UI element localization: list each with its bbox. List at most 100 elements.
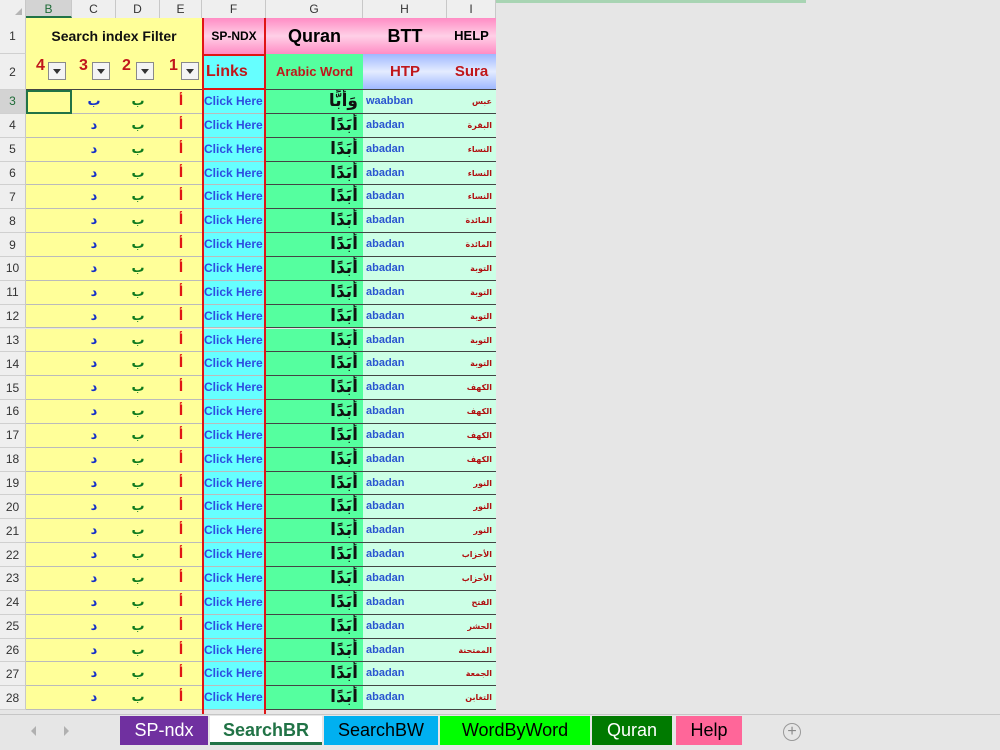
cell-d[interactable]: ب — [116, 495, 160, 520]
click-here-link[interactable]: Click Here — [202, 495, 266, 520]
cell-d[interactable]: ب — [116, 185, 160, 210]
htp-cell[interactable]: abadan — [363, 376, 447, 401]
cell-d[interactable]: ب — [116, 447, 160, 472]
row-header-24[interactable]: 24 — [0, 590, 26, 615]
arabic-word-cell[interactable]: أَبَدًا — [266, 233, 363, 257]
cell-b[interactable] — [26, 161, 72, 186]
row-header-21[interactable]: 21 — [0, 519, 26, 544]
sura-cell[interactable]: الكهف — [447, 376, 496, 401]
click-here-link[interactable]: Click Here — [202, 400, 266, 424]
cell-b[interactable] — [26, 686, 72, 711]
cell-d[interactable]: ب — [116, 209, 160, 234]
click-here-link[interactable]: Click Here — [202, 209, 266, 234]
htp-cell[interactable]: abadan — [363, 233, 447, 257]
click-here-link[interactable]: Click Here — [202, 567, 266, 591]
cell-d[interactable]: ب — [116, 137, 160, 162]
click-here-link[interactable]: Click Here — [202, 233, 266, 257]
row-header-10[interactable]: 10 — [0, 256, 26, 281]
cell-c[interactable]: د — [72, 423, 116, 448]
row-header-7[interactable]: 7 — [0, 185, 26, 210]
cell-b[interactable] — [26, 376, 72, 401]
arabic-word-cell[interactable]: أَبَدًا — [266, 662, 363, 687]
column-header-f[interactable]: F — [202, 0, 266, 18]
cell-b[interactable] — [26, 638, 72, 663]
click-here-link[interactable]: Click Here — [202, 256, 266, 281]
cell-d[interactable]: ب — [116, 686, 160, 711]
htp-cell[interactable]: abadan — [363, 495, 447, 520]
row-header-15[interactable]: 15 — [0, 376, 26, 401]
htp-cell[interactable]: abadan — [363, 614, 447, 639]
sura-cell[interactable]: الأحزاب — [447, 543, 496, 567]
htp-cell[interactable]: abadan — [363, 328, 447, 353]
arabic-word-cell[interactable]: أَبَدًا — [266, 400, 363, 424]
sura-cell[interactable]: الكهف — [447, 400, 496, 424]
arabic-word-cell[interactable]: أَبَدًا — [266, 328, 363, 353]
sheet-tab-searchbr[interactable]: SearchBR — [210, 716, 322, 745]
cell-d[interactable]: ب — [116, 590, 160, 615]
click-here-link[interactable]: Click Here — [202, 447, 266, 472]
htp-cell[interactable]: abadan — [363, 161, 447, 186]
cell-e[interactable]: أ — [160, 209, 202, 234]
cell-c[interactable]: د — [72, 662, 116, 687]
click-here-link[interactable]: Click Here — [202, 686, 266, 711]
help-header[interactable]: HELP — [447, 18, 496, 54]
cell-c[interactable]: د — [72, 233, 116, 257]
click-here-link[interactable]: Click Here — [202, 376, 266, 401]
cell-e[interactable]: أ — [160, 662, 202, 687]
arabic-word-cell[interactable]: وَأَبًّا — [266, 90, 363, 114]
sura-cell[interactable]: الأحزاب — [447, 567, 496, 591]
htp-cell[interactable]: abadan — [363, 137, 447, 162]
cell-c[interactable]: د — [72, 495, 116, 520]
row-header-14[interactable]: 14 — [0, 352, 26, 377]
column-header-d[interactable]: D — [116, 0, 160, 18]
row-header-8[interactable]: 8 — [0, 209, 26, 234]
row-header-13[interactable]: 13 — [0, 328, 26, 353]
cell-e[interactable]: أ — [160, 567, 202, 591]
arabic-word-cell[interactable]: أَبَدًا — [266, 423, 363, 448]
cell-e[interactable]: أ — [160, 328, 202, 353]
column-header-g[interactable]: G — [266, 0, 363, 18]
row-header-4[interactable]: 4 — [0, 113, 26, 138]
cell-b[interactable] — [26, 519, 72, 544]
sura-cell[interactable]: النساء — [447, 137, 496, 162]
cell-d[interactable]: ب — [116, 662, 160, 687]
row-header-5[interactable]: 5 — [0, 137, 26, 162]
cell-b[interactable] — [26, 280, 72, 305]
sura-cell[interactable]: البقرة — [447, 113, 496, 138]
cell-b[interactable] — [26, 185, 72, 210]
cell-c[interactable]: د — [72, 614, 116, 639]
cell-b[interactable] — [26, 304, 72, 329]
htp-cell[interactable]: abadan — [363, 519, 447, 544]
cell-b[interactable] — [26, 137, 72, 162]
cell-c[interactable]: د — [72, 209, 116, 234]
chevron-left-icon[interactable] — [31, 726, 36, 736]
sheet-grid[interactable]: Search index Filter SP-NDX Quran BTT HEL… — [26, 18, 496, 714]
cell-e[interactable]: أ — [160, 185, 202, 210]
cell-c[interactable]: د — [72, 113, 116, 138]
sura-cell[interactable]: النور — [447, 471, 496, 496]
cell-d[interactable]: ب — [116, 376, 160, 401]
row-header-17[interactable]: 17 — [0, 423, 26, 448]
cell-e[interactable]: أ — [160, 543, 202, 567]
btt-header[interactable]: BTT — [363, 18, 447, 54]
sheet-tab-sp-ndx[interactable]: SP-ndx — [120, 716, 208, 745]
sura-cell[interactable]: الحشر — [447, 614, 496, 639]
cell-d[interactable]: ب — [116, 423, 160, 448]
row-header-28[interactable]: 28 — [0, 686, 26, 711]
row-header-18[interactable]: 18 — [0, 447, 26, 472]
cell-b[interactable] — [26, 256, 72, 281]
arabic-word-cell[interactable]: أَبَدًا — [266, 614, 363, 639]
arabic-word-cell[interactable]: أَبَدًا — [266, 304, 363, 329]
sheet-tab-quran[interactable]: Quran — [592, 716, 672, 745]
click-here-link[interactable]: Click Here — [202, 590, 266, 615]
sura-cell[interactable]: التوبة — [447, 280, 496, 305]
cell-e[interactable]: أ — [160, 614, 202, 639]
filter-1-dropdown[interactable] — [181, 62, 199, 80]
cell-e[interactable]: أ — [160, 280, 202, 305]
row-header-9[interactable]: 9 — [0, 233, 26, 257]
sura-cell[interactable]: الكهف — [447, 447, 496, 472]
cell-b[interactable] — [26, 662, 72, 687]
column-header-h[interactable]: H — [363, 0, 447, 18]
arabic-word-cell[interactable]: أَبَدًا — [266, 376, 363, 401]
click-here-link[interactable]: Click Here — [202, 90, 266, 114]
